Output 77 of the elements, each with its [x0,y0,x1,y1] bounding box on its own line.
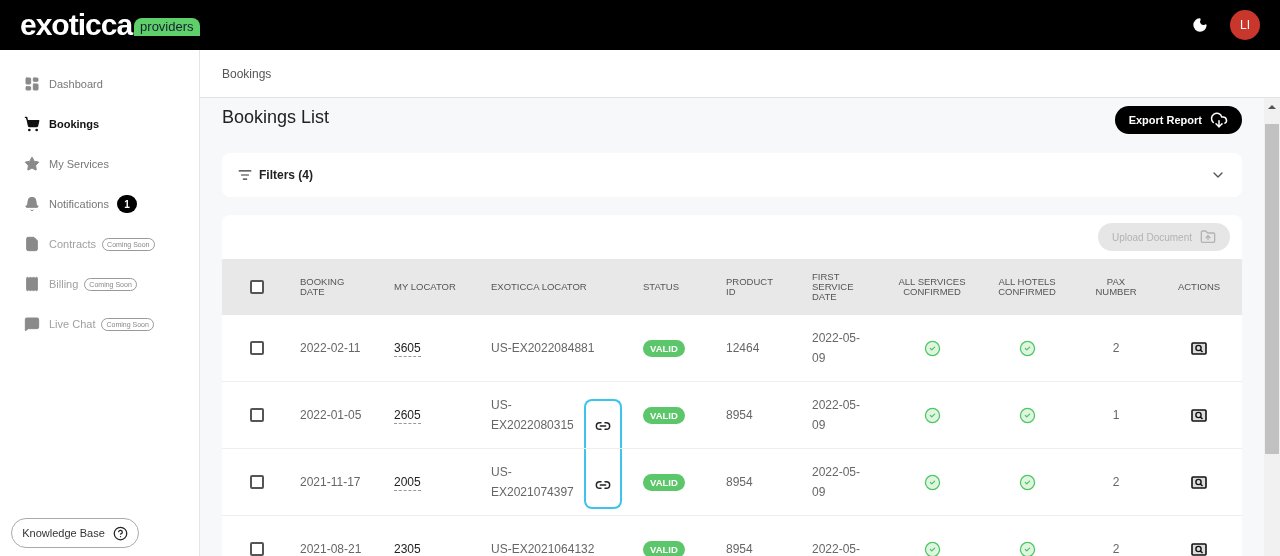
view-details-icon[interactable] [1191,408,1207,422]
first-service-date: 2022-05-09 [812,330,862,367]
sidebar-item[interactable]: Bookings [0,104,199,144]
status-badge: VALID [643,541,685,556]
checkbox[interactable] [250,408,264,422]
booking-date: 2021-08-21 [300,542,362,556]
sidebar-icon [24,236,40,252]
view-details-icon[interactable] [1191,341,1207,355]
product-id: 8954 [726,542,753,556]
pax-number: 2 [1112,340,1120,357]
exoticca-locator: US-EX2021064132 [491,541,596,556]
view-details-icon[interactable] [1191,475,1207,489]
pax-number: 1 [1112,407,1120,424]
breadcrumb[interactable]: Bookings [222,64,272,83]
checkbox[interactable] [250,475,264,489]
column-header[interactable]: EXOTICCA LOCATOR [491,281,587,292]
column-header[interactable]: PAX NUMBER [1091,277,1141,297]
scroll-thumb[interactable] [1265,124,1279,454]
first-service-date: 2022-05- [812,541,862,556]
sidebar-icon [24,76,40,92]
column-header[interactable]: PRODUCT ID [726,277,776,297]
my-locator[interactable]: 3605 [394,341,421,357]
checkbox[interactable] [250,280,264,294]
product-id: 8954 [726,475,753,489]
page-title: Bookings List [222,105,330,129]
exoticca-locator: US-EX2021074397 [491,464,575,501]
sidebar-icon [24,156,40,172]
my-locator[interactable]: 2305 [394,542,421,556]
product-id: 12464 [726,341,760,355]
sidebar-icon [24,196,40,212]
status-badge: VALID [643,340,685,357]
booking-date: 2022-01-05 [300,408,362,422]
column-header[interactable]: STATUS [643,281,680,292]
filters-panel[interactable]: Filters (4) [222,153,1242,197]
booking-date: 2022-02-11 [300,341,361,355]
checkbox[interactable] [250,341,264,355]
column-header[interactable]: ACTIONS [1177,282,1221,292]
sidebar-icon [24,316,40,332]
my-locator[interactable]: 2605 [394,408,421,424]
exoticca-locator: US-EX2022084881 [491,340,596,357]
pax-number: 2 [1112,474,1120,491]
sidebar-item[interactable]: Dashboard [0,64,199,104]
first-service-date: 2022-05-09 [812,464,862,501]
moon-icon[interactable] [1192,17,1208,33]
help-icon [112,525,128,541]
link-highlight[interactable] [584,399,622,448]
column-header[interactable]: FIRST SERVICE DATE [812,272,862,302]
my-locator[interactable]: 2005 [394,475,421,491]
pax-number: 2 [1112,541,1120,556]
avatar[interactable]: LI [1230,10,1260,40]
logo-tag: providers [134,18,200,36]
filter-icon [238,168,252,182]
first-service-date: 2022-05-09 [812,397,862,434]
exoticca-locator: US-EX2022080315 [491,397,575,434]
link-highlight[interactable] [584,449,622,509]
column-header[interactable]: ALL SERVICES CONFIRMED [894,277,970,297]
product-id: 8954 [726,408,753,422]
view-details-icon[interactable] [1191,542,1207,556]
scroll-up-icon[interactable] [1268,104,1276,110]
sidebar-item[interactable]: My Services [0,144,199,184]
status-badge: VALID [643,474,685,491]
filters-label: Filters (4) [259,167,313,184]
scrollbar[interactable] [1264,98,1280,556]
column-header[interactable]: ALL HOTELS CONFIRMED [994,277,1060,297]
booking-date: 2021-11-17 [300,475,361,489]
column-header[interactable]: BOOKING DATE [300,277,360,297]
sidebar-item[interactable]: Notifications 1 [0,184,199,224]
count-badge: 1 [116,195,137,213]
status-badge: VALID [643,407,685,424]
export-report-button[interactable]: Export Report [1114,106,1242,134]
column-header[interactable]: MY LOCATOR [394,281,456,292]
sidebar-icon [24,116,40,132]
cloud-download-icon [1210,111,1228,129]
sidebar-icon [24,276,40,292]
logo[interactable]: exoticca [20,10,133,40]
folder-upload-icon [1200,229,1216,245]
checkbox[interactable] [250,542,264,556]
